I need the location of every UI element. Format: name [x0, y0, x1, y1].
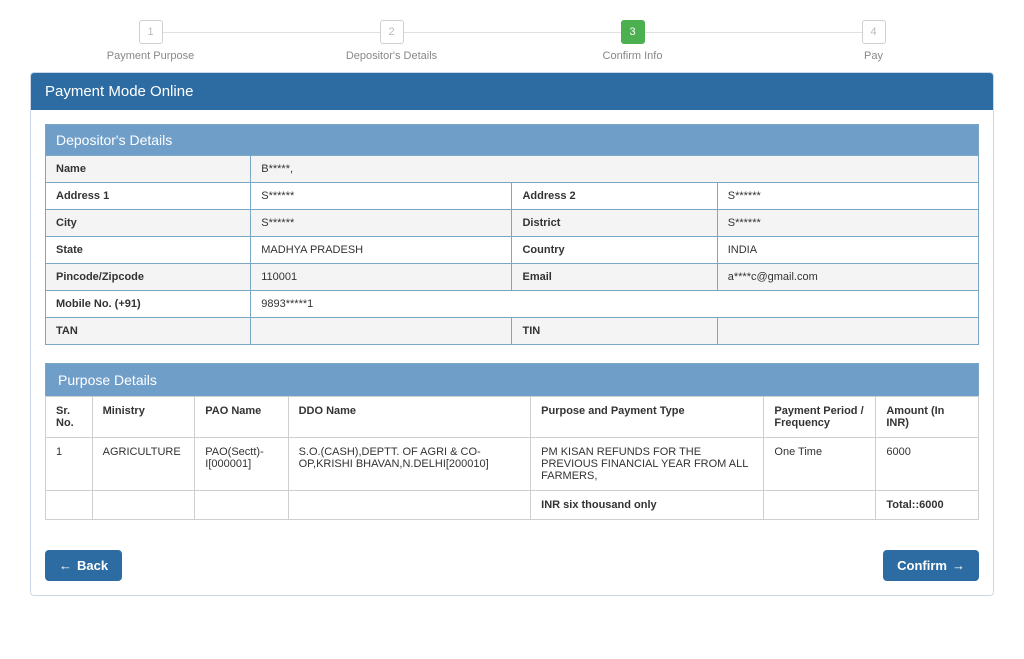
- purpose-section-title: Purpose Details: [45, 363, 979, 396]
- row-mobile: Mobile No. (+91) 9893*****1: [46, 291, 979, 318]
- back-button[interactable]: ← Back: [45, 550, 122, 581]
- step-2-num: 2: [380, 20, 404, 44]
- label-city: City: [46, 210, 251, 237]
- purpose-details-table: Sr. No. Ministry PAO Name DDO Name Purpo…: [45, 396, 979, 520]
- cell-ministry: AGRICULTURE: [92, 438, 195, 491]
- arrow-left-icon: ←: [59, 558, 72, 573]
- cell-srno: 1: [46, 438, 93, 491]
- header-ministry: Ministry: [92, 397, 195, 438]
- header-purpose: Purpose and Payment Type: [531, 397, 764, 438]
- header-period: Payment Period / Frequency: [764, 397, 876, 438]
- row-name: Name B*****,: [46, 156, 979, 183]
- value-state: MADHYA PRADESH: [251, 237, 512, 264]
- step-2: 2 Depositor's Details: [271, 20, 512, 62]
- value-email: a****c@gmail.com: [717, 264, 978, 291]
- amount-in-words: INR six thousand only: [531, 491, 764, 520]
- back-button-label: Back: [77, 558, 108, 573]
- value-tan: [251, 318, 512, 345]
- confirm-button-label: Confirm: [897, 558, 947, 573]
- row-city: City S****** District S******: [46, 210, 979, 237]
- value-pincode: 110001: [251, 264, 512, 291]
- cell-pao: PAO(Sectt)-I[000001]: [195, 438, 288, 491]
- header-pao: PAO Name: [195, 397, 288, 438]
- label-address1: Address 1: [46, 183, 251, 210]
- cell-purpose: PM KISAN REFUNDS FOR THE PREVIOUS FINANC…: [531, 438, 764, 491]
- step-4-num: 4: [862, 20, 886, 44]
- header-amount: Amount (In INR): [876, 397, 979, 438]
- step-4-label: Pay: [753, 50, 994, 62]
- total-amount: Total::6000: [876, 491, 979, 520]
- row-pincode: Pincode/Zipcode 110001 Email a****c@gmai…: [46, 264, 979, 291]
- purpose-header-row: Sr. No. Ministry PAO Name DDO Name Purpo…: [46, 397, 979, 438]
- label-country: Country: [512, 237, 717, 264]
- arrow-right-icon: →: [952, 558, 965, 573]
- value-district: S******: [717, 210, 978, 237]
- value-country: INDIA: [717, 237, 978, 264]
- payment-panel: Payment Mode Online Depositor's Details …: [30, 72, 994, 596]
- depositor-section-title: Depositor's Details: [46, 125, 979, 156]
- panel-title: Payment Mode Online: [31, 73, 993, 110]
- confirm-button[interactable]: Confirm →: [883, 550, 979, 581]
- step-2-label: Depositor's Details: [271, 50, 512, 62]
- step-3: 3 Confirm Info: [512, 20, 753, 62]
- value-city: S******: [251, 210, 512, 237]
- step-indicator: 1 Payment Purpose 2 Depositor's Details …: [0, 20, 1024, 62]
- row-state: State MADHYA PRADESH Country INDIA: [46, 237, 979, 264]
- purpose-total-row: INR six thousand only Total::6000: [46, 491, 979, 520]
- row-address: Address 1 S****** Address 2 S******: [46, 183, 979, 210]
- step-1-label: Payment Purpose: [30, 50, 271, 62]
- depositor-details-table: Depositor's Details Name B*****, Address…: [45, 124, 979, 345]
- row-tan: TAN TIN: [46, 318, 979, 345]
- label-tin: TIN: [512, 318, 717, 345]
- cell-ddo: S.O.(CASH),DEPTT. OF AGRI & CO-OP,KRISHI…: [288, 438, 531, 491]
- step-4: 4 Pay: [753, 20, 994, 62]
- cell-period: One Time: [764, 438, 876, 491]
- label-mobile: Mobile No. (+91): [46, 291, 251, 318]
- cell-amount: 6000: [876, 438, 979, 491]
- value-address1: S******: [251, 183, 512, 210]
- label-tan: TAN: [46, 318, 251, 345]
- label-state: State: [46, 237, 251, 264]
- label-name: Name: [46, 156, 251, 183]
- label-address2: Address 2: [512, 183, 717, 210]
- step-3-label: Confirm Info: [512, 50, 753, 62]
- step-1: 1 Payment Purpose: [30, 20, 271, 62]
- value-address2: S******: [717, 183, 978, 210]
- label-district: District: [512, 210, 717, 237]
- value-name: B*****,: [251, 156, 979, 183]
- header-ddo: DDO Name: [288, 397, 531, 438]
- value-mobile: 9893*****1: [251, 291, 979, 318]
- label-email: Email: [512, 264, 717, 291]
- header-srno: Sr. No.: [46, 397, 93, 438]
- step-1-num: 1: [139, 20, 163, 44]
- step-3-num: 3: [621, 20, 645, 44]
- value-tin: [717, 318, 978, 345]
- label-pincode: Pincode/Zipcode: [46, 264, 251, 291]
- purpose-row: 1 AGRICULTURE PAO(Sectt)-I[000001] S.O.(…: [46, 438, 979, 491]
